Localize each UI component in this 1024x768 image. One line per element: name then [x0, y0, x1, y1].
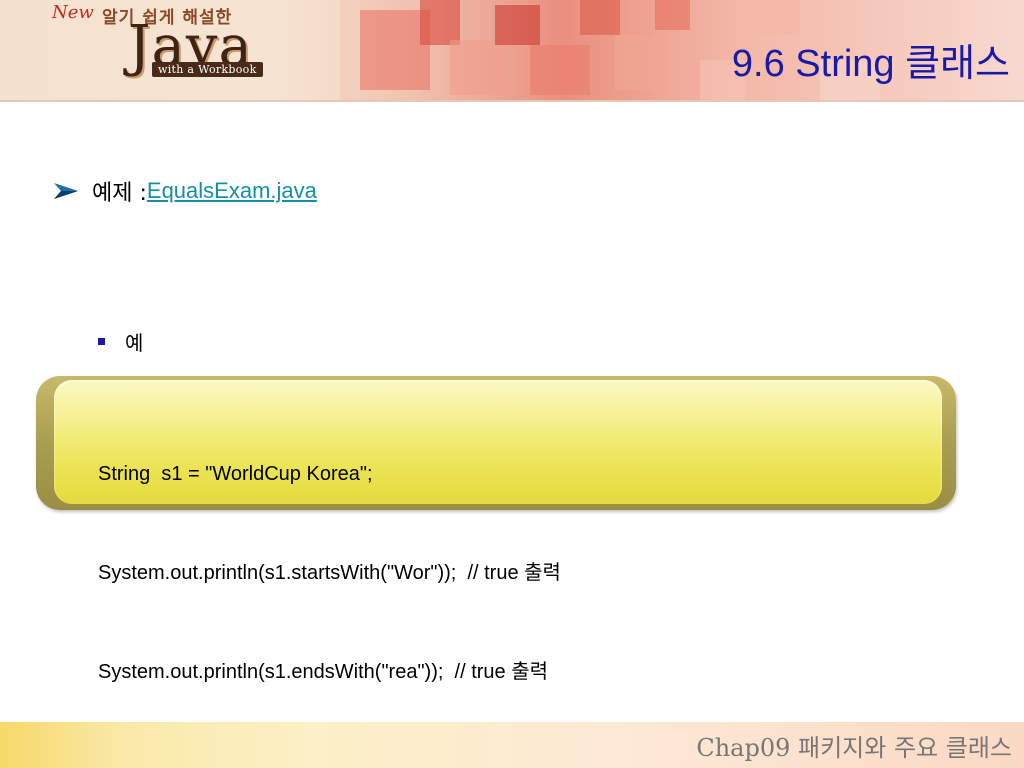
code-line-3: System.out.println(s1.endsWith("rea")); …: [98, 661, 549, 683]
example-label: 예제 :: [92, 181, 147, 206]
code-line-2: System.out.println(s1.startsWith("Wor"))…: [98, 562, 561, 584]
example-bullet: 예제 : EqualsExam.java: [52, 173, 317, 209]
code-block: String s1 = "WorldCup Korea"; System.out…: [98, 392, 561, 755]
sub-bullet-label: 예: [125, 331, 144, 355]
header-banner: New 알기 쉽게 해설한 Java with a Workbook 9.6 S…: [0, 0, 1024, 102]
footer-bar: Chap09 패키지와 주요 클래스: [0, 722, 1024, 768]
logo-new-text: New: [52, 2, 94, 23]
slide: New 알기 쉽게 해설한 Java with a Workbook 9.6 S…: [0, 0, 1024, 768]
slide-title: 9.6 String 클래스: [731, 43, 1010, 85]
logo-tagline: with a Workbook: [152, 62, 263, 77]
sub-bullet: 예: [98, 327, 143, 356]
code-box: String s1 = "WorldCup Korea"; System.out…: [36, 376, 956, 683]
chapter-footer: Chap09 패키지와 주요 클래스: [696, 734, 1012, 762]
arrow-icon: [54, 183, 78, 199]
example-file-link[interactable]: EqualsExam.java: [147, 178, 317, 204]
square-icon: [98, 338, 105, 345]
code-line-1: String s1 = "WorldCup Korea";: [98, 463, 373, 485]
